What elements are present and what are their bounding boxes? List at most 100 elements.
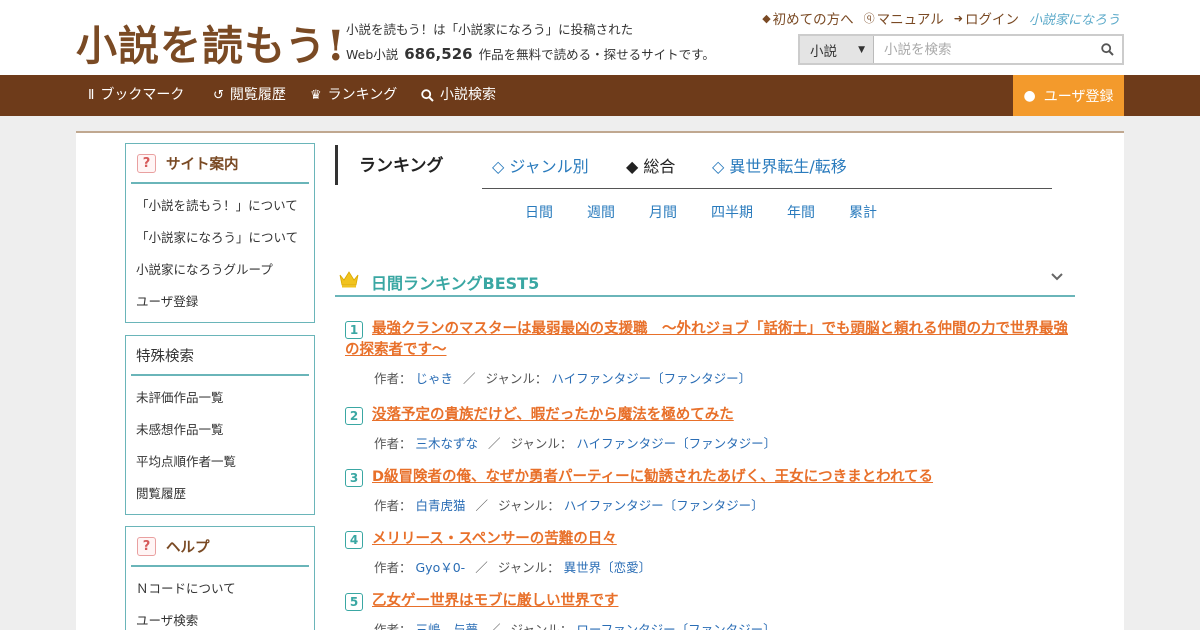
ranking-item: 3 D級冒険者の俺、なぜか勇者パーティーに勧誘されたあげく、王女につきまとわれて…: [345, 467, 1075, 514]
main-nav: Ⅱ ブックマーク ↺ 閲覧履歴 ♛ ランキング 小説検索 ● ユーザ登録: [0, 75, 1200, 116]
ranking-content: ランキング ◇ ジャンル別 ◆ 総合 ◇ 異世界転生/転移 日間 週間 月間 四…: [335, 143, 1077, 630]
genre-link[interactable]: 異世界〔恋愛〕: [564, 560, 652, 575]
page-title: ランキング: [359, 156, 444, 176]
separator: ／: [488, 622, 501, 630]
tab-genre[interactable]: ◇ ジャンル別: [492, 153, 589, 177]
author-link[interactable]: じゃき: [416, 371, 454, 386]
tab-isekai[interactable]: ◇ 異世界転生/転移: [712, 153, 847, 177]
search-input[interactable]: [874, 36, 1092, 63]
nav-search[interactable]: 小説検索: [421, 75, 496, 116]
genre-link[interactable]: ハイファンタジー〔ファンタジー〕: [551, 371, 751, 386]
author-label: 作者：: [374, 560, 412, 575]
beginners-link[interactable]: ◆ 初めての方へ: [762, 8, 854, 29]
sidebar-item-unrated[interactable]: 未評価作品一覧: [126, 382, 314, 414]
tagline-line2: Web小説 686,526 作品を無料で読める・探せるサイトです。: [346, 42, 715, 67]
genre-link[interactable]: ローファンタジー〔ファンタジー〕: [576, 622, 775, 630]
sidebar-item-history[interactable]: 閲覧履歴: [126, 478, 314, 510]
sidebar-item-register[interactable]: ユーザ登録: [126, 286, 314, 318]
main-panel: ? サイト案内 「小説を読もう！」について 「小説家になろう」について 小説家に…: [76, 131, 1124, 630]
user-icon: ●: [1023, 87, 1036, 104]
site-header: 小説を読もう! 小説を読もう！は「小説家になろう」に投稿された Web小説 68…: [0, 0, 1200, 75]
novel-meta: 作者： 三嶋 与夢 ／ ジャンル： ローファンタジー〔ファンタジー〕: [345, 619, 1075, 630]
sidebar-title: ? ヘルプ: [131, 527, 309, 567]
rank-number: 3: [345, 469, 363, 487]
login-label: ログイン: [964, 12, 1019, 28]
period-monthly[interactable]: 月間: [649, 202, 711, 222]
sidebar-list: 未評価作品一覧 未感想作品一覧 平均点順作者一覧 閲覧履歴: [126, 376, 314, 514]
crown-icon: ♛: [310, 88, 322, 103]
tagline-line1: 小説を読もう！は「小説家になろう」に投稿された: [346, 22, 634, 37]
novel-title-link[interactable]: 没落予定の貴族だけど、暇だったから魔法を極めてみた: [345, 405, 1075, 426]
period-daily[interactable]: 日間: [525, 202, 587, 222]
register-button[interactable]: ● ユーザ登録: [1013, 75, 1124, 116]
ranking-header[interactable]: 日間ランキングBEST5: [335, 253, 1075, 297]
genre-label: ジャンル：: [485, 371, 548, 386]
genre-link[interactable]: ハイファンタジー〔ファンタジー〕: [564, 498, 764, 513]
rank-number: 4: [345, 531, 363, 549]
separator: ／: [488, 436, 501, 451]
sidebar-item-avg-authors[interactable]: 平均点順作者一覧: [126, 446, 314, 478]
nav-bookmark-label: ブックマーク: [100, 87, 185, 103]
shield-icon: ◆: [762, 11, 771, 25]
search-button[interactable]: [1092, 36, 1122, 63]
period-quarterly[interactable]: 四半期: [711, 202, 787, 222]
tagline-suffix: 作品を無料で読める・探せるサイトです。: [478, 47, 715, 62]
sidebar-help: ? ヘルプ Ｎコードについて ユーザ検索: [125, 526, 315, 630]
author-label: 作者：: [374, 498, 412, 513]
genre-label: ジャンル：: [498, 498, 560, 513]
narou-logo[interactable]: 小説家になろう: [1029, 9, 1120, 28]
novel-meta: 作者： 白青虎猫 ／ ジャンル： ハイファンタジー〔ファンタジー〕: [345, 495, 1075, 514]
separator: ／: [475, 498, 489, 513]
period-yearly[interactable]: 年間: [787, 202, 849, 222]
novel-count: 686,526: [404, 45, 473, 63]
nav-bookmark[interactable]: Ⅱ ブックマーク: [88, 75, 184, 116]
search-type-value: 小説: [810, 43, 837, 60]
novel-title-link[interactable]: D級冒険者の俺、なぜか勇者パーティーに勧誘されたあげく、王女につきまとわれてる: [345, 467, 1075, 488]
period-weekly[interactable]: 週間: [587, 202, 649, 222]
search-type-select[interactable]: 小説 ▼: [800, 36, 874, 63]
nav-ranking[interactable]: ♛ ランキング: [310, 75, 397, 116]
tab-overall[interactable]: ◆ 総合: [626, 153, 675, 177]
site-logo[interactable]: 小説を読もう!: [76, 12, 346, 72]
separator: ／: [475, 560, 488, 575]
tab-divider: [482, 188, 1052, 189]
novel-title-link[interactable]: 最強クランのマスターは最弱最凶の支援職 ～外れジョブ「話術士」でも頭脳と頼れる仲…: [345, 319, 1075, 361]
sidebar-title: ? サイト案内: [131, 144, 309, 184]
novel-meta: 作者： じゃき ／ ジャンル： ハイファンタジー〔ファンタジー〕: [345, 368, 1075, 387]
novel-title-link[interactable]: メリリース・スペンサーの苦難の日々: [345, 529, 1075, 550]
login-link[interactable]: ➜ ログイン: [954, 8, 1019, 29]
chevron-down-icon[interactable]: [1051, 269, 1063, 285]
author-link[interactable]: 白青虎猫: [416, 498, 466, 513]
sidebar-item-about-yomou[interactable]: 「小説を読もう！」について: [126, 190, 314, 222]
sidebar-item-group[interactable]: 小説家になろうグループ: [126, 254, 314, 286]
sidebar-title-label: 特殊検索: [136, 348, 194, 365]
ranking-item: 2 没落予定の貴族だけど、暇だったから魔法を極めてみた 作者： 三木なずな ／ …: [345, 405, 1075, 452]
sidebar-item-no-review[interactable]: 未感想作品一覧: [126, 414, 314, 446]
author-link[interactable]: 三嶋 与夢: [416, 622, 479, 630]
genre-link[interactable]: ハイファンタジー〔ファンタジー〕: [576, 436, 776, 451]
manual-link[interactable]: ⓠ マニュアル: [864, 8, 944, 28]
sidebar-item-about-narou[interactable]: 「小説家になろう」について: [126, 222, 314, 254]
sidebar-item-ncode[interactable]: Ｎコードについて: [126, 573, 314, 605]
author-link[interactable]: 三木なずな: [416, 436, 479, 451]
period-total[interactable]: 累計: [849, 202, 877, 222]
nav-history-label: 閲覧履歴: [229, 87, 286, 103]
period-tabs: 日間 週間 月間 四半期 年間 累計: [525, 202, 877, 222]
genre-label: ジャンル：: [510, 622, 573, 630]
rank-number: 1: [345, 321, 363, 339]
author-link[interactable]: Gyo￥0-: [416, 560, 466, 575]
title-bar: [335, 145, 338, 185]
tagline-prefix: Web小説: [346, 47, 399, 62]
author-label: 作者：: [374, 436, 412, 451]
novel-title-link[interactable]: 乙女ゲー世界はモブに厳しい世界です: [345, 591, 1075, 612]
sidebar-title: 特殊検索: [131, 336, 309, 376]
author-label: 作者：: [374, 371, 412, 386]
genre-label: ジャンル：: [497, 560, 560, 575]
search-icon: [1100, 43, 1114, 56]
rank-number: 2: [345, 407, 363, 425]
genre-label: ジャンル：: [510, 436, 573, 451]
register-label: ユーザ登録: [1043, 88, 1114, 105]
nav-history[interactable]: ↺ 閲覧履歴: [213, 75, 286, 116]
sidebar-item-user-search[interactable]: ユーザ検索: [126, 605, 314, 630]
beginners-label: 初めての方へ: [772, 12, 854, 28]
